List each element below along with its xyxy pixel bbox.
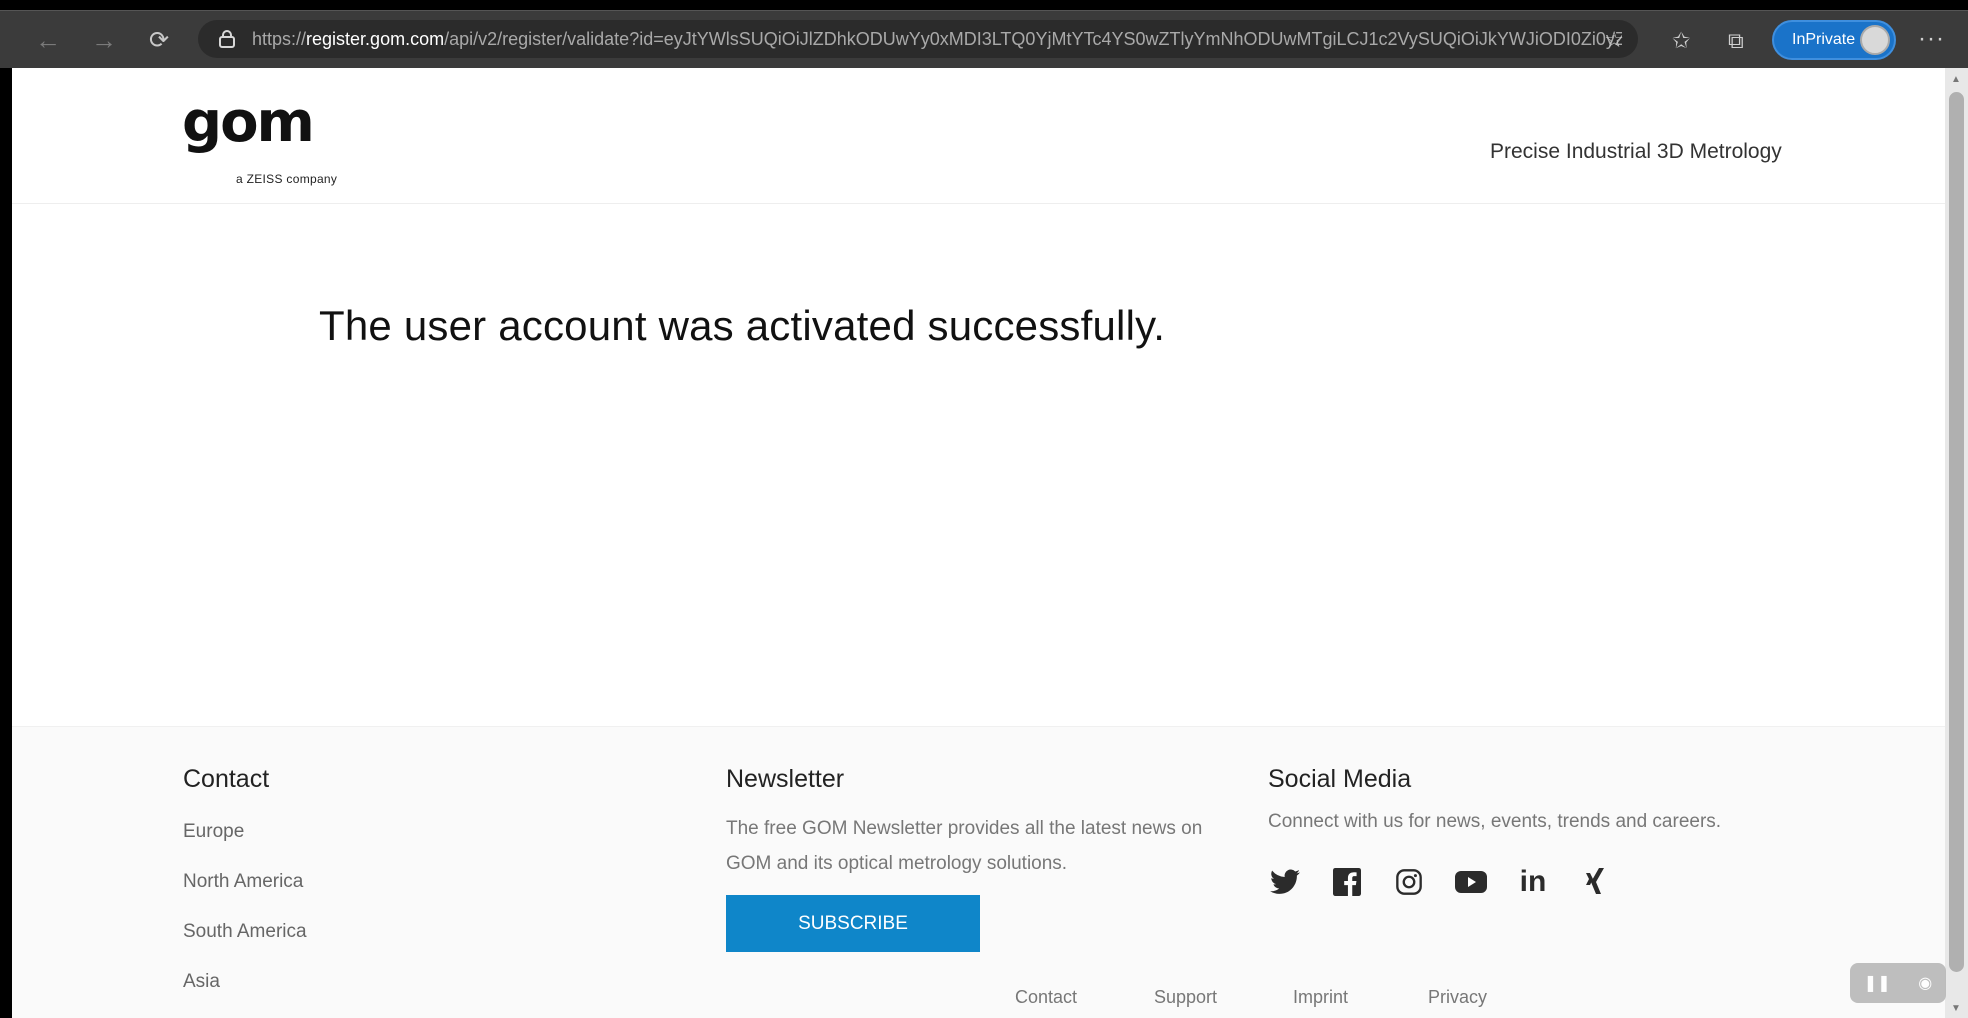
youtube-icon[interactable]	[1454, 865, 1488, 899]
xing-icon[interactable]	[1578, 865, 1612, 899]
avatar	[1860, 25, 1890, 55]
inprivate-button[interactable]: InPrivate	[1772, 20, 1896, 60]
browser-toolbar: ← → ⟳ https://register.gom.com/api/v2/re…	[0, 10, 1968, 68]
contact-link-north-america[interactable]: North America	[183, 871, 303, 893]
logo-text: gom	[182, 90, 315, 155]
refresh-icon[interactable]: ⟳	[137, 18, 181, 62]
activation-message: The user account was activated successfu…	[319, 302, 1166, 349]
site-footer: Contact Europe North America South Ameri…	[12, 726, 1945, 1018]
recorder-controls: ❚❚ ◉	[1850, 963, 1946, 1003]
scroll-down-icon[interactable]: ▼	[1951, 1003, 1961, 1014]
footer-link-support[interactable]: Support	[1154, 987, 1217, 1008]
logo-subtitle: a ZEISS company	[236, 172, 338, 186]
footer-link-privacy[interactable]: Privacy	[1428, 987, 1487, 1008]
address-bar[interactable]: https://register.gom.com/api/v2/register…	[198, 20, 1638, 58]
social-text: Connect with us for news, events, trends…	[1268, 811, 1722, 832]
footer-link-imprint[interactable]: Imprint	[1293, 987, 1348, 1008]
facebook-icon[interactable]	[1330, 865, 1364, 899]
forward-icon[interactable]: →	[82, 18, 126, 62]
site-header: gom a ZEISS company Precise Industrial 3…	[12, 68, 1945, 204]
scrollbar[interactable]: ▲ ▼	[1945, 68, 1968, 1018]
contact-title: Contact	[183, 765, 270, 793]
twitter-icon[interactable]	[1268, 865, 1302, 899]
back-icon[interactable]: ←	[26, 18, 70, 62]
favorites-icon[interactable]: ✩	[1672, 28, 1690, 54]
collections-icon[interactable]: ⧉	[1728, 28, 1744, 54]
newsletter-title: Newsletter	[726, 765, 845, 793]
social-title: Social Media	[1268, 765, 1412, 793]
gom-logo[interactable]: gom a ZEISS company	[182, 90, 362, 188]
more-icon[interactable]: ···	[1918, 25, 1945, 53]
lock-icon	[216, 28, 238, 50]
linkedin-icon[interactable]: in	[1516, 865, 1550, 899]
footer-link-contact[interactable]: Contact	[1015, 987, 1077, 1008]
scroll-up-icon[interactable]: ▲	[1951, 74, 1961, 85]
subscribe-button[interactable]: SUBSCRIBE	[726, 895, 980, 952]
social-icons: in	[1268, 865, 1612, 899]
url-text: https://register.gom.com/api/v2/register…	[252, 28, 1622, 49]
camera-icon[interactable]: ◉	[1918, 973, 1932, 993]
contact-link-asia[interactable]: Asia	[183, 971, 220, 993]
instagram-icon[interactable]	[1392, 865, 1426, 899]
contact-link-europe[interactable]: Europe	[183, 821, 244, 843]
tagline: Precise Industrial 3D Metrology	[1490, 140, 1782, 163]
scroll-thumb[interactable]	[1949, 92, 1964, 972]
contact-link-south-america[interactable]: South America	[183, 921, 307, 943]
add-favorite-icon[interactable]: ☆	[1604, 27, 1624, 53]
pause-icon[interactable]: ❚❚	[1864, 973, 1891, 993]
inprivate-label: InPrivate	[1792, 31, 1856, 48]
newsletter-text: The free GOM Newsletter provides all the…	[726, 818, 1203, 874]
page: gom a ZEISS company Precise Industrial 3…	[12, 68, 1945, 1018]
